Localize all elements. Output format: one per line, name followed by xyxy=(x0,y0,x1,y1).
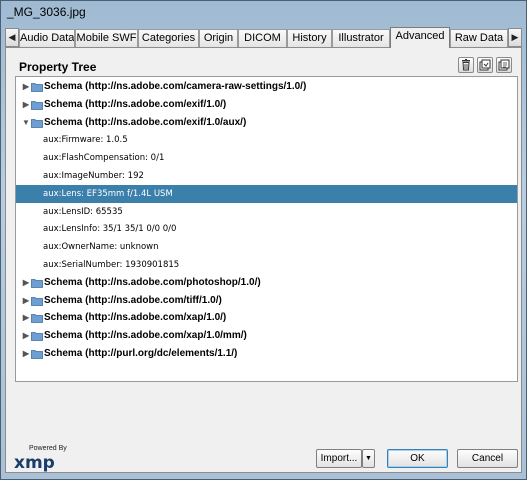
property-label: aux:Lens: EF35mm f/1.4L USM xyxy=(43,188,173,199)
schema-row[interactable]: ▶ Schema (http://ns.adobe.com/camera-raw-… xyxy=(16,78,517,96)
ok-button[interactable]: OK xyxy=(387,449,448,468)
window-title: _MG_3036.jpg xyxy=(7,5,86,19)
property-label: aux:LensID: 65535 xyxy=(43,206,123,217)
dialog-window: _MG_3036.jpg ◀ Audio Data Mobile SWF Cat… xyxy=(0,0,527,480)
schema-label: Schema (http://ns.adobe.com/tiff/1.0/) xyxy=(44,294,222,306)
import-dropdown-button[interactable]: ▼ xyxy=(362,449,375,468)
replace-button[interactable] xyxy=(496,57,512,73)
cancel-button[interactable]: Cancel xyxy=(457,449,518,468)
tab-mobile-swf[interactable]: Mobile SWF xyxy=(75,29,138,47)
property-row[interactable]: aux:OwnerName: unknown xyxy=(16,238,517,256)
schema-label: Schema (http://ns.adobe.com/photoshop/1.… xyxy=(44,276,261,288)
expand-arrow-right-icon[interactable]: ▶ xyxy=(21,309,31,327)
expand-arrow-right-icon[interactable]: ▶ xyxy=(21,345,31,363)
folder-icon xyxy=(31,278,43,288)
schema-label: Schema (http://ns.adobe.com/xap/1.0/) xyxy=(44,312,227,324)
schema-row[interactable]: ▼ Schema (http://ns.adobe.com/exif/1.0/au… xyxy=(16,114,517,132)
property-label: aux:LensInfo: 35/1 35/1 0/0 0/0 xyxy=(43,224,177,235)
folder-icon xyxy=(31,314,43,324)
folder-icon xyxy=(31,83,43,92)
expand-arrow-right-icon[interactable]: ▶ xyxy=(21,78,31,96)
tab-categories[interactable]: Categories xyxy=(138,29,199,47)
tab-advanced[interactable]: Advanced xyxy=(390,27,450,48)
expand-arrow-right-icon[interactable]: ▶ xyxy=(21,327,31,345)
schema-label: Schema (http://purl.org/dc/elements/1.1/… xyxy=(44,348,238,359)
expand-arrow-down-icon[interactable]: ▼ xyxy=(21,114,31,132)
expand-arrow-right-icon[interactable]: ▶ xyxy=(21,292,31,310)
schema-label: Schema (http://ns.adobe.com/camera-raw-s… xyxy=(44,81,307,92)
schema-row[interactable]: ▶ Schema (http://ns.adobe.com/xap/1.0/mm/… xyxy=(16,327,517,345)
expand-arrow-right-icon[interactable]: ▶ xyxy=(21,96,31,114)
folder-icon xyxy=(31,350,43,359)
schema-label: Schema (http://ns.adobe.com/xap/1.0/mm/) xyxy=(44,330,247,342)
property-row[interactable]: aux:Firmware: 1.0.5 xyxy=(16,131,517,149)
schema-row[interactable]: ▶ Schema (http://purl.org/dc/elements/1.1… xyxy=(16,345,517,363)
schema-row[interactable]: ▶ Schema (http://ns.adobe.com/exif/1.0/) xyxy=(16,96,517,114)
property-label: aux:OwnerName: unknown xyxy=(43,242,159,253)
property-row[interactable]: aux:FlashCompensation: 0/1 xyxy=(16,149,517,167)
tab-scroll-right-button[interactable]: ▶ xyxy=(508,28,522,47)
powered-by-label: Powered By xyxy=(29,445,67,452)
property-row[interactable]: aux:LensInfo: 35/1 35/1 0/0 0/0 xyxy=(16,220,517,238)
xmp-logo: xmp xyxy=(14,453,55,473)
folder-icon xyxy=(31,296,43,306)
tab-audio-data[interactable]: Audio Data xyxy=(19,29,75,47)
tab-history[interactable]: History xyxy=(287,29,332,47)
delete-property-button[interactable] xyxy=(458,57,474,73)
folder-icon xyxy=(31,100,43,110)
property-tree[interactable]: ▶ Schema (http://ns.adobe.com/camera-raw-… xyxy=(15,76,518,382)
panel-title: Property Tree xyxy=(19,60,97,74)
tab-strip: ◀ Audio Data Mobile SWF Categories Origi… xyxy=(5,27,522,48)
replace-icon xyxy=(498,59,510,71)
property-row[interactable]: aux:SerialNumber: 1930901815 xyxy=(16,256,517,274)
save-button[interactable] xyxy=(477,57,493,73)
schema-label: Schema (http://ns.adobe.com/exif/1.0/aux… xyxy=(44,116,247,128)
property-label: aux:FlashCompensation: 0/1 xyxy=(43,153,165,164)
tab-dicom[interactable]: DICOM xyxy=(238,29,287,47)
tab-illustrator[interactable]: Illustrator xyxy=(332,29,390,47)
property-label: aux:ImageNumber: 192 xyxy=(43,171,144,181)
property-row[interactable]: aux:Lens: EF35mm f/1.4L USM xyxy=(16,184,517,203)
open-folder-icon xyxy=(31,118,43,128)
property-label: aux:Firmware: 1.0.5 xyxy=(43,135,128,146)
folder-icon xyxy=(31,332,43,342)
save-icon xyxy=(479,59,491,71)
schema-row[interactable]: ▶ Schema (http://ns.adobe.com/photoshop/1… xyxy=(16,274,517,292)
property-row[interactable]: aux:ImageNumber: 192 xyxy=(16,167,517,185)
tab-raw-data[interactable]: Raw Data xyxy=(450,29,508,47)
property-label: aux:SerialNumber: 1930901815 xyxy=(43,260,180,270)
schema-label: Schema (http://ns.adobe.com/exif/1.0/) xyxy=(44,98,227,110)
property-row[interactable]: aux:LensID: 65535 xyxy=(16,203,517,221)
advanced-panel: Property Tree ▶ Schema (http://ns.adobe.… xyxy=(5,47,522,473)
trash-icon xyxy=(462,59,470,71)
tab-origin[interactable]: Origin xyxy=(199,29,238,47)
import-button[interactable]: Import... xyxy=(316,449,362,468)
schema-row[interactable]: ▶ Schema (http://ns.adobe.com/xap/1.0/) xyxy=(16,309,517,327)
tab-scroll-left-button[interactable]: ◀ xyxy=(5,28,19,47)
expand-arrow-right-icon[interactable]: ▶ xyxy=(21,274,31,292)
xmp-logo-text: xmp xyxy=(14,453,55,473)
schema-row[interactable]: ▶ Schema (http://ns.adobe.com/tiff/1.0/) xyxy=(16,292,517,310)
